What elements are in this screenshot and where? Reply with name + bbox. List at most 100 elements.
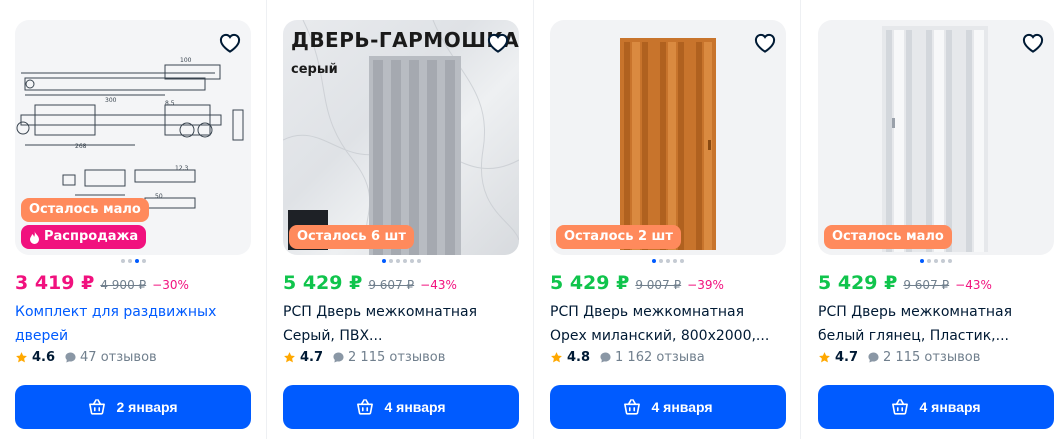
basket-icon: [89, 399, 106, 415]
delivery-cart-button[interactable]: 4 января: [550, 385, 786, 429]
discount: −39%: [687, 278, 724, 292]
delivery-date: 4 января: [651, 399, 713, 415]
star-icon: [819, 352, 830, 363]
image-pagination[interactable]: [283, 259, 519, 265]
pagination-dot[interactable]: [395, 259, 400, 263]
current-price: 5 429 ₽: [818, 272, 898, 294]
pagination-dot[interactable]: [666, 259, 670, 263]
pagination-dot[interactable]: [941, 259, 945, 263]
heart-icon: [754, 33, 776, 53]
reviews-count: 1 162 отзыва: [615, 350, 705, 365]
delivery-date: 2 января: [116, 399, 178, 415]
product-card[interactable]: Осталось 2 шт 5 429 ₽ 9 007 ₽ −39% РСП Д…: [550, 0, 786, 439]
pagination-dot[interactable]: [381, 259, 386, 263]
column-divider: [800, 0, 801, 439]
image-pagination[interactable]: [15, 259, 251, 265]
star-icon: [284, 352, 295, 363]
pagination-dot[interactable]: [652, 259, 656, 263]
product-title-line: дверей: [15, 328, 69, 344]
product-title-line: Орех миланский, 800x2000,...: [550, 328, 770, 344]
reviews-link[interactable]: 47 отзывов: [65, 350, 157, 365]
old-price: 9 007 ₽: [635, 278, 682, 292]
favorite-button[interactable]: [1020, 30, 1046, 56]
price-block: 3 419 ₽ 4 900 ₽ −30%: [15, 272, 189, 294]
product-title[interactable]: РСП Дверь межкомнатная Серый, ПВХ...: [283, 300, 519, 348]
pagination-dot[interactable]: [388, 259, 393, 263]
pagination-dot[interactable]: [948, 259, 952, 263]
image-pagination[interactable]: [550, 259, 786, 265]
product-card[interactable]: 100 300 268 8.5 12.3 50 Осталось мало Ра…: [15, 0, 251, 439]
comment-icon: [65, 352, 76, 363]
column-divider: [266, 0, 267, 439]
stock-badge: Осталось 6 шт: [289, 225, 414, 249]
pagination-dot[interactable]: [673, 259, 677, 263]
svg-text:300: 300: [105, 97, 117, 104]
old-price: 9 607 ₽: [903, 278, 950, 292]
pagination-dot[interactable]: [402, 259, 407, 263]
product-title[interactable]: РСП Дверь межкомнатная белый глянец, Пла…: [818, 300, 1054, 348]
sale-badge-label: Распродажа: [44, 229, 139, 244]
favorite-button[interactable]: [485, 30, 511, 56]
reviews-link[interactable]: 1 162 отзыва: [600, 350, 705, 365]
image-pagination[interactable]: [818, 259, 1054, 265]
delivery-cart-button[interactable]: 2 января: [15, 385, 251, 429]
price-block: 5 429 ₽ 9 607 ₽ −43%: [818, 272, 992, 294]
product-title[interactable]: Комплект для раздвижных дверей: [15, 300, 251, 348]
delivery-cart-button[interactable]: 4 января: [283, 385, 519, 429]
rating-block: 4.7 2 115 отзывов: [818, 350, 980, 365]
product-image[interactable]: 100 300 268 8.5 12.3 50 Осталось мало Ра…: [15, 20, 251, 255]
delivery-date: 4 января: [919, 399, 981, 415]
rating-block: 4.8 1 162 отзыва: [550, 350, 705, 365]
pagination-dot[interactable]: [680, 259, 684, 263]
basket-icon: [357, 399, 374, 415]
pagination-dot[interactable]: [127, 259, 132, 263]
pagination-dot[interactable]: [141, 259, 146, 263]
image-subheading: серый: [291, 62, 338, 77]
product-title-line: РСП Дверь межкомнатная: [818, 304, 1012, 320]
pagination-dot[interactable]: [134, 259, 139, 263]
heart-icon: [1022, 33, 1044, 53]
comment-icon: [600, 352, 611, 363]
reviews-link[interactable]: 2 115 отзывов: [333, 350, 445, 365]
rating-block: 4.6 47 отзывов: [15, 350, 157, 365]
product-image[interactable]: Осталось мало: [818, 20, 1054, 255]
star-icon: [16, 352, 27, 363]
heart-icon: [487, 33, 509, 53]
current-price: 5 429 ₽: [550, 272, 630, 294]
discount: −43%: [420, 278, 457, 292]
basket-icon: [892, 399, 909, 415]
svg-text:8.5: 8.5: [165, 100, 175, 107]
marble-texture: [283, 20, 519, 255]
basket-icon: [624, 399, 641, 415]
sale-badge: Распродажа: [21, 225, 147, 249]
reviews-count: 47 отзывов: [80, 350, 157, 365]
product-title-line: РСП Дверь межкомнатная: [550, 304, 744, 320]
pagination-dot[interactable]: [927, 259, 931, 263]
rating-value: 4.7: [835, 350, 859, 365]
pagination-dot[interactable]: [934, 259, 938, 263]
product-title[interactable]: РСП Дверь межкомнатная Орех миланский, 8…: [550, 300, 786, 348]
delivery-cart-button[interactable]: 4 января: [818, 385, 1054, 429]
discount: −30%: [152, 278, 189, 292]
product-image[interactable]: ДВЕРЬ-ГАРМОШКА серый Осталось 6 шт: [283, 20, 519, 255]
svg-text:12.3: 12.3: [175, 165, 189, 172]
pagination-dot[interactable]: [120, 259, 125, 263]
pagination-dot[interactable]: [659, 259, 663, 263]
discount: −43%: [955, 278, 992, 292]
product-card[interactable]: ДВЕРЬ-ГАРМОШКА серый Осталось 6 шт 5 429…: [283, 0, 519, 439]
price-block: 5 429 ₽ 9 007 ₽ −39%: [550, 272, 724, 294]
product-image[interactable]: Осталось 2 шт: [550, 20, 786, 255]
stock-badge: Осталось мало: [824, 225, 952, 249]
star-icon: [551, 352, 562, 363]
pagination-dot[interactable]: [416, 259, 421, 263]
pagination-dot[interactable]: [409, 259, 414, 263]
white-door-image: [882, 26, 988, 252]
product-title-line: РСП Дверь межкомнатная: [283, 304, 477, 320]
favorite-button[interactable]: [752, 30, 778, 56]
current-price: 5 429 ₽: [283, 272, 363, 294]
reviews-link[interactable]: 2 115 отзывов: [868, 350, 980, 365]
product-card[interactable]: Осталось мало 5 429 ₽ 9 607 ₽ −43% РСП Д…: [818, 0, 1054, 439]
pagination-dot[interactable]: [920, 259, 924, 263]
favorite-button[interactable]: [217, 30, 243, 56]
svg-text:100: 100: [180, 57, 192, 64]
